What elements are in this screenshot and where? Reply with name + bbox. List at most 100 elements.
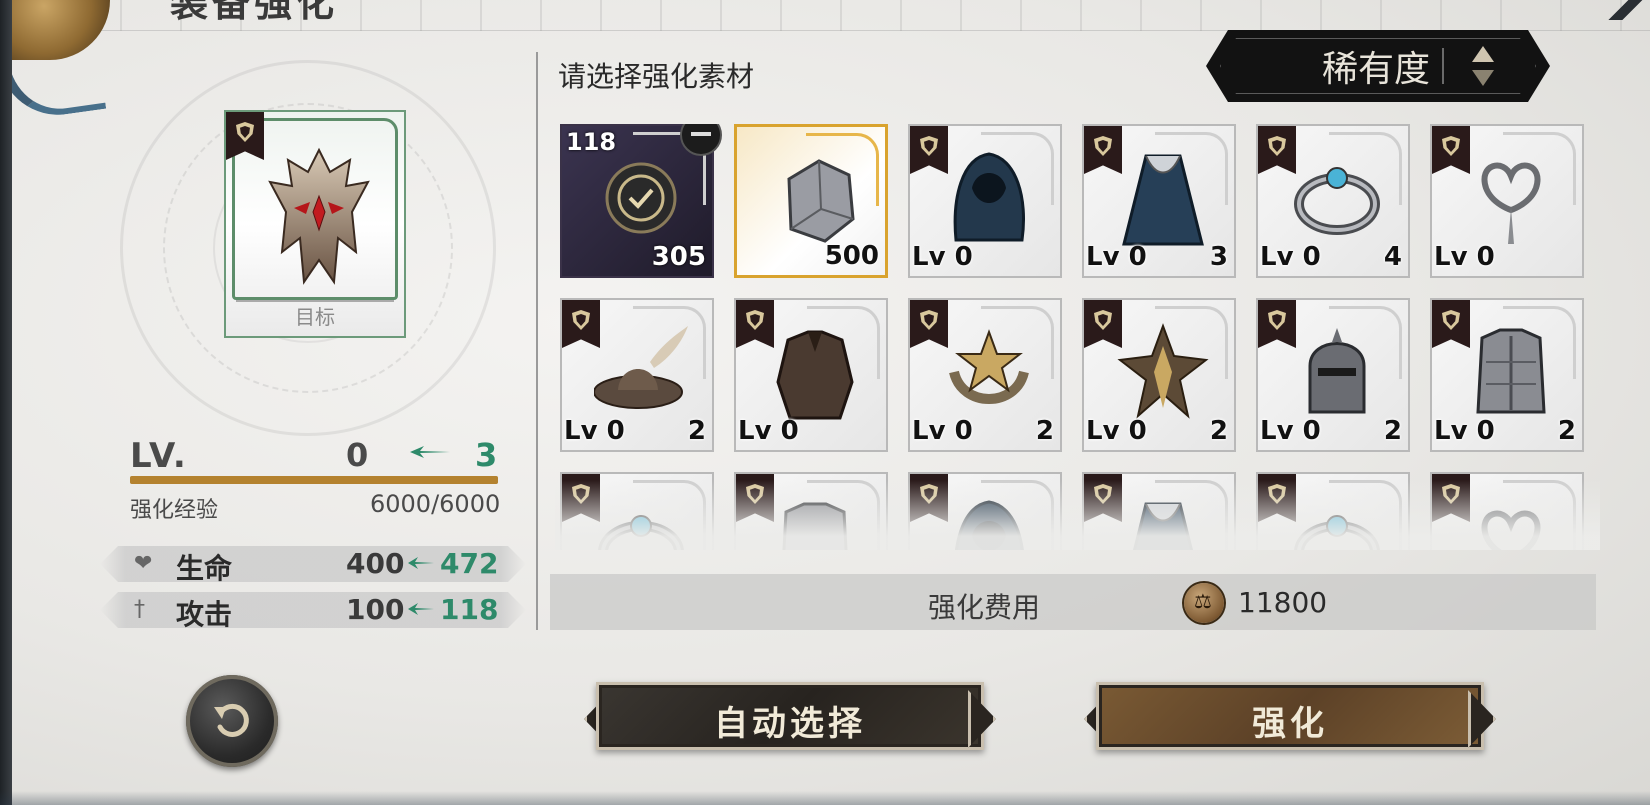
spiked-brooch-icon bbox=[1117, 323, 1209, 419]
material-item[interactable]: Lv 0 2 bbox=[1256, 298, 1410, 452]
item-level: Lv 0 bbox=[912, 416, 973, 446]
shield-icon bbox=[920, 484, 938, 504]
item-level: Lv 0 bbox=[564, 416, 625, 446]
heart-icon: ❤ bbox=[134, 551, 153, 576]
shield-icon bbox=[1094, 136, 1112, 156]
owned-count: 118 bbox=[566, 128, 617, 156]
shield-icon bbox=[1442, 310, 1460, 330]
exp-label: 强化经验 bbox=[130, 498, 219, 523]
item-count: 305 bbox=[651, 242, 706, 272]
material-item[interactable]: Lv 0 bbox=[908, 124, 1062, 278]
material-item[interactable] bbox=[560, 472, 714, 550]
sort-dropdown[interactable]: 稀有度 bbox=[1206, 30, 1550, 102]
level-label: LV. bbox=[130, 436, 188, 476]
item-count: 2 bbox=[1557, 416, 1576, 446]
item-count: 500 bbox=[824, 241, 879, 271]
stat-from: 400 bbox=[346, 547, 405, 580]
star-ring-icon bbox=[949, 329, 1029, 404]
sort-order-icon[interactable] bbox=[1470, 44, 1496, 88]
item-count: 2 bbox=[1209, 416, 1228, 446]
stat-arrow-icon bbox=[408, 603, 434, 615]
stat-to: 472 bbox=[440, 547, 499, 580]
shield-icon bbox=[1268, 484, 1286, 504]
level-from: 0 bbox=[346, 436, 369, 474]
item-level: Lv 0 bbox=[912, 242, 973, 272]
material-item[interactable]: Lv 0 2 bbox=[1430, 298, 1584, 452]
shield-icon bbox=[572, 310, 590, 330]
material-item[interactable]: 500 bbox=[734, 124, 888, 278]
watch-material-icon bbox=[605, 162, 677, 234]
material-item[interactable]: Lv 0 bbox=[734, 298, 888, 452]
item-count: 2 bbox=[1383, 416, 1402, 446]
item-count: 4 bbox=[1383, 242, 1402, 272]
material-grid: 118 305 500 Lv 0 Lv 0 3 Lv 0 4 Lv 0 Lv 0 2 Lv 0 Lv 0… bbox=[560, 124, 1594, 550]
stat-from: 100 bbox=[346, 593, 405, 626]
sword-icon: † bbox=[134, 597, 145, 622]
exp-progress-fill bbox=[130, 476, 498, 484]
auto-select-button[interactable]: 自动选择 bbox=[584, 672, 996, 760]
enhance-label: 强化 bbox=[1252, 704, 1328, 744]
item-count: 2 bbox=[1035, 416, 1054, 446]
bottom-frame bbox=[0, 791, 1650, 805]
cloak-icon bbox=[1132, 502, 1194, 550]
leather-armor-icon bbox=[776, 330, 854, 420]
level-to: 3 bbox=[475, 436, 498, 474]
shield-icon bbox=[1094, 484, 1112, 504]
cloak-icon bbox=[1122, 154, 1204, 246]
material-prompt: 请选择强化素材 bbox=[558, 60, 755, 93]
cost-label: 强化费用 bbox=[928, 591, 1041, 624]
shield-icon bbox=[746, 484, 764, 504]
armor-icon bbox=[782, 502, 848, 550]
cost-value: 11800 bbox=[1238, 586, 1328, 619]
material-item[interactable]: Lv 0 3 bbox=[1082, 124, 1236, 278]
shield-icon bbox=[920, 310, 938, 330]
material-item[interactable] bbox=[1082, 472, 1236, 550]
material-item[interactable] bbox=[1430, 472, 1584, 550]
item-level: Lv 0 bbox=[1260, 242, 1321, 272]
material-item[interactable]: Lv 0 2 bbox=[560, 298, 714, 452]
material-item[interactable] bbox=[1256, 472, 1410, 550]
material-item[interactable] bbox=[734, 472, 888, 550]
ribbon-decoration bbox=[0, 13, 107, 123]
feather-hat-icon bbox=[594, 326, 688, 409]
shield-icon bbox=[236, 122, 254, 142]
material-item[interactable]: Lv 0 2 bbox=[908, 298, 1062, 452]
auto-select-label: 自动选择 bbox=[714, 704, 866, 744]
stat-to: 118 bbox=[440, 593, 499, 626]
shield-icon bbox=[746, 310, 764, 330]
stat-name: 攻击 bbox=[176, 598, 233, 631]
material-item[interactable]: Lv 0 bbox=[1430, 124, 1584, 278]
material-item[interactable]: Lv 0 4 bbox=[1256, 124, 1410, 278]
cost-bar bbox=[550, 574, 1596, 630]
item-level: Lv 0 bbox=[738, 416, 799, 446]
sort-separator bbox=[1442, 48, 1444, 84]
left-frame bbox=[0, 0, 12, 805]
material-item[interactable]: 118 305 bbox=[560, 124, 722, 278]
heart-brooch-icon bbox=[1481, 510, 1541, 550]
item-count: 3 bbox=[1209, 242, 1228, 272]
material-item[interactable] bbox=[908, 472, 1062, 550]
shield-icon bbox=[1268, 310, 1286, 330]
panel-divider bbox=[536, 52, 538, 630]
shield-icon bbox=[920, 136, 938, 156]
stat-row-attack: † 攻击 100 118 bbox=[100, 592, 526, 628]
undo-icon bbox=[214, 703, 249, 737]
stat-arrow-icon bbox=[408, 557, 434, 569]
chest-armor-icon bbox=[1476, 328, 1546, 414]
hood-icon bbox=[955, 500, 1024, 550]
sort-label: 稀有度 bbox=[1321, 49, 1430, 90]
back-button[interactable] bbox=[186, 675, 278, 767]
coin-icon bbox=[1184, 583, 1224, 623]
item-count: 2 bbox=[687, 416, 706, 446]
shield-icon bbox=[1094, 310, 1112, 330]
knight-helmet-icon bbox=[1308, 328, 1366, 414]
stat-name: 生命 bbox=[176, 552, 233, 585]
item-level: Lv 0 bbox=[1086, 242, 1147, 272]
item-level: Lv 0 bbox=[1434, 416, 1495, 446]
ring-icon bbox=[598, 515, 684, 550]
ring-icon bbox=[1294, 167, 1380, 235]
enhance-button[interactable]: 强化 bbox=[1084, 672, 1496, 760]
target-equipment-card[interactable]: 目标 bbox=[224, 110, 406, 338]
material-item[interactable]: Lv 0 2 bbox=[1082, 298, 1236, 452]
item-level: Lv 0 bbox=[1434, 242, 1495, 272]
